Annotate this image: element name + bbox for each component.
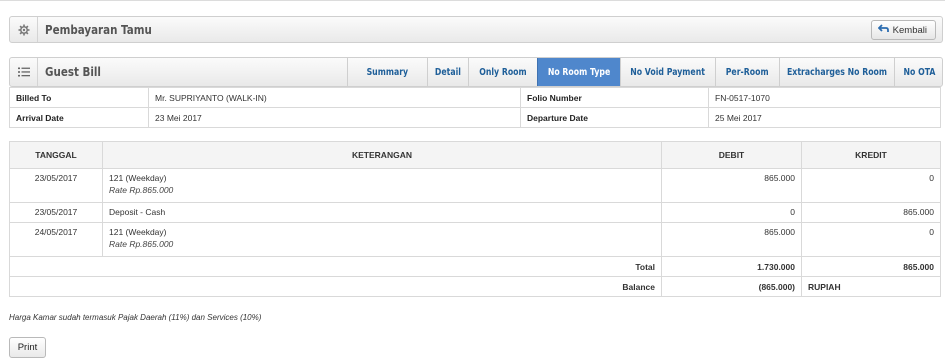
total-row: Total 1.730.000 865.000: [9, 256, 941, 277]
tab-per-room[interactable]: Per-Room: [715, 58, 779, 86]
folio-number-value: FN-0517-1070: [708, 87, 941, 108]
row-kredit: 865.000: [801, 202, 941, 223]
table-row: 23/05/2017 121 (Weekday) Rate Rp.865.000…: [9, 168, 941, 203]
description-text: 121 (Weekday): [109, 173, 167, 183]
back-button-label: Kembali: [892, 24, 927, 36]
info-row: Billed To Mr. SUPRIYANTO (WALK-IN) Folio…: [9, 87, 941, 108]
balance-label: Balance: [9, 276, 662, 297]
col-keterangan: KETERANGAN: [102, 141, 662, 169]
tab-no-room-type[interactable]: No Room Type: [537, 58, 620, 86]
row-description: 121 (Weekday) Rate Rp.865.000: [102, 222, 662, 257]
row-description: 121 (Weekday) Rate Rp.865.000: [102, 168, 662, 203]
balance-row: Balance (865.000) RUPIAH: [9, 276, 941, 297]
table-row: 24/05/2017 121 (Weekday) Rate Rp.865.000…: [9, 222, 941, 257]
bill-header-row: TANGGAL KETERANGAN DEBIT KREDIT: [9, 141, 941, 169]
tab-extracharges-no-room[interactable]: Extracharges No Room: [779, 58, 894, 86]
row-date: 23/05/2017: [9, 168, 103, 203]
back-button[interactable]: Kembali: [870, 20, 936, 40]
print-button[interactable]: Print: [9, 337, 46, 358]
col-kredit: KREDIT: [801, 141, 941, 169]
row-description: Deposit - Cash: [102, 202, 662, 223]
description-text: 121 (Weekday): [109, 227, 167, 237]
tab-summary[interactable]: Summary: [347, 58, 427, 86]
tax-note: Harga Kamar sudah termasuk Pajak Daerah …: [9, 313, 262, 322]
total-label: Total: [9, 256, 662, 277]
tab-detail[interactable]: Detail: [427, 58, 468, 86]
row-debit: 865.000: [661, 168, 802, 203]
bill-table: TANGGAL KETERANGAN DEBIT KREDIT 23/05/20…: [9, 141, 941, 297]
guest-bill-title: Guest Bill: [45, 65, 101, 79]
tab-only-room[interactable]: Only Room: [468, 58, 537, 86]
total-kredit: 865.000: [801, 256, 941, 277]
row-date: 23/05/2017: [9, 202, 103, 223]
row-kredit: 0: [801, 168, 941, 203]
row-kredit: 0: [801, 222, 941, 257]
list-icon: [10, 58, 38, 86]
billed-to-label: Billed To: [9, 87, 149, 108]
info-row: Arrival Date 23 Mei 2017 Departure Date …: [9, 107, 941, 128]
page-title: Pembayaran Tamu: [45, 22, 152, 37]
departure-date-label: Departure Date: [520, 107, 709, 128]
total-debit: 1.730.000: [661, 256, 802, 277]
folio-number-label: Folio Number: [520, 87, 709, 108]
col-tanggal: TANGGAL: [9, 141, 103, 169]
billed-to-value: Mr. SUPRIYANTO (WALK-IN): [148, 87, 521, 108]
row-debit: 865.000: [661, 222, 802, 257]
col-debit: DEBIT: [661, 141, 802, 169]
departure-date-value: 25 Mei 2017: [708, 107, 941, 128]
top-divider: [0, 0, 945, 1]
rate-text: Rate Rp.865.000: [109, 239, 174, 249]
arrival-date-value: 23 Mei 2017: [148, 107, 521, 128]
guest-info-table: Billed To Mr. SUPRIYANTO (WALK-IN) Folio…: [9, 87, 941, 128]
tab-no-ota[interactable]: No OTA: [894, 58, 943, 86]
table-row: 23/05/2017 Deposit - Cash 0 865.000: [9, 202, 941, 223]
bill-view-tabs: Summary Detail Only Room No Room Type No…: [347, 58, 943, 86]
gear-icon: [10, 17, 38, 42]
return-arrow-icon: [877, 24, 889, 36]
row-date: 24/05/2017: [9, 222, 103, 257]
arrival-date-label: Arrival Date: [9, 107, 149, 128]
page-header: Pembayaran Tamu Kembali: [9, 16, 943, 43]
rate-text: Rate Rp.865.000: [109, 185, 174, 195]
tab-no-void-payment[interactable]: No Void Payment: [620, 58, 715, 86]
balance-value: (865.000): [661, 276, 802, 297]
guest-bill-header: Guest Bill Summary Detail Only Room No R…: [9, 57, 943, 87]
description-text: Deposit - Cash: [109, 207, 166, 217]
balance-currency: RUPIAH: [801, 276, 941, 297]
row-debit: 0: [661, 202, 802, 223]
